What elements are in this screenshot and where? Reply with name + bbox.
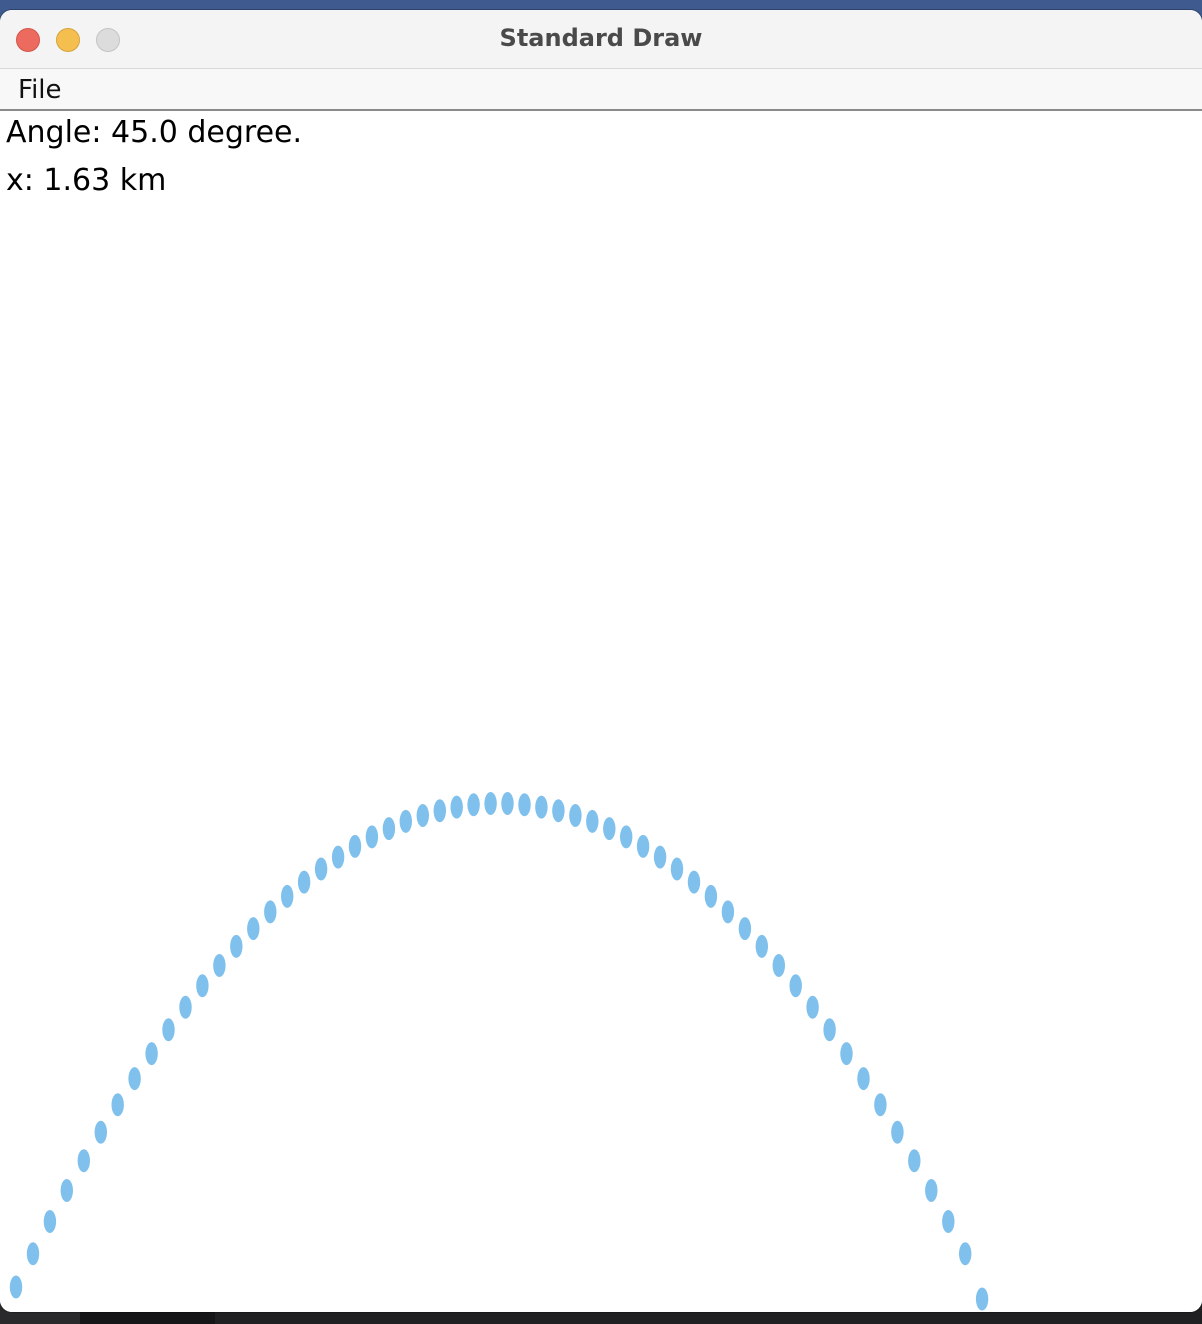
trajectory-point xyxy=(467,793,480,817)
trajectory-point xyxy=(111,1093,124,1117)
trajectory-point xyxy=(874,1093,887,1117)
trajectory-point xyxy=(653,845,667,869)
drawing-canvas: Angle: 45.0 degree. x: 1.63 km xyxy=(0,111,1202,1312)
trajectory-point xyxy=(145,1042,158,1066)
trajectory-point xyxy=(891,1120,904,1144)
trajectory-point xyxy=(535,795,548,819)
trajectory-point xyxy=(586,809,599,833)
trajectory-point xyxy=(840,1042,853,1066)
trajectory-point xyxy=(484,792,497,815)
trajectory-point xyxy=(247,917,260,941)
trajectory-point xyxy=(331,845,345,869)
trajectory-point xyxy=(230,934,243,958)
trajectory-point xyxy=(196,974,209,998)
angle-readout: Angle: 45.0 degree. xyxy=(6,115,303,150)
trajectory-point xyxy=(806,995,819,1019)
trajectory-point xyxy=(738,917,752,941)
trajectory-point xyxy=(433,799,446,823)
trajectory-point xyxy=(569,804,582,827)
trajectory-point xyxy=(959,1242,972,1266)
trajectory-point xyxy=(772,954,785,977)
trajectory-point xyxy=(43,1210,57,1233)
trajectory-point xyxy=(518,793,531,817)
trajectory-point xyxy=(603,817,616,841)
trajectory-point xyxy=(297,870,311,894)
trajectory-point xyxy=(670,857,684,881)
standard-draw-window: Standard Draw File Angle: 45.0 degree. x… xyxy=(0,10,1202,1312)
trajectory-point xyxy=(687,870,701,894)
trajectory-point xyxy=(636,834,650,858)
trajectory-point xyxy=(925,1179,938,1202)
title-bar[interactable]: Standard Draw xyxy=(0,10,1202,69)
trajectory-point xyxy=(264,900,277,924)
trajectory-point xyxy=(179,995,192,1019)
trajectory-point xyxy=(128,1067,141,1091)
trajectory-point xyxy=(26,1242,40,1266)
trajectory-point xyxy=(975,1287,989,1311)
trajectory-plot xyxy=(9,792,989,1311)
trajectory-point xyxy=(755,934,768,958)
trajectory-point xyxy=(348,834,362,858)
window-title: Standard Draw xyxy=(499,24,703,52)
trajectory-point xyxy=(382,817,396,841)
trajectory-point xyxy=(281,884,294,908)
trajectory-point xyxy=(94,1120,108,1144)
menu-bar: File xyxy=(0,69,1202,111)
trajectory-point xyxy=(314,857,328,881)
trajectory-point xyxy=(416,804,429,827)
trajectory-point xyxy=(789,974,802,998)
trajectory-point xyxy=(704,884,718,908)
trajectory-point xyxy=(501,792,514,815)
trajectory-point xyxy=(77,1149,91,1173)
trajectory-point xyxy=(213,954,226,977)
trajectory-point xyxy=(857,1067,870,1091)
trajectory-point xyxy=(823,1018,836,1042)
trajectory-point xyxy=(9,1275,23,1299)
trajectory-point xyxy=(552,799,565,823)
trajectory-point xyxy=(162,1018,175,1042)
trajectory-point xyxy=(908,1149,921,1173)
trajectory-point xyxy=(942,1210,955,1233)
trajectory-point xyxy=(60,1179,73,1202)
trajectory-point xyxy=(620,825,633,849)
trajectory-point xyxy=(721,900,735,924)
trajectory-point xyxy=(450,795,463,819)
trajectory-point xyxy=(365,825,379,849)
menu-file[interactable]: File xyxy=(10,73,70,107)
distance-readout: x: 1.63 km xyxy=(6,163,167,198)
trajectory-point xyxy=(399,809,412,833)
